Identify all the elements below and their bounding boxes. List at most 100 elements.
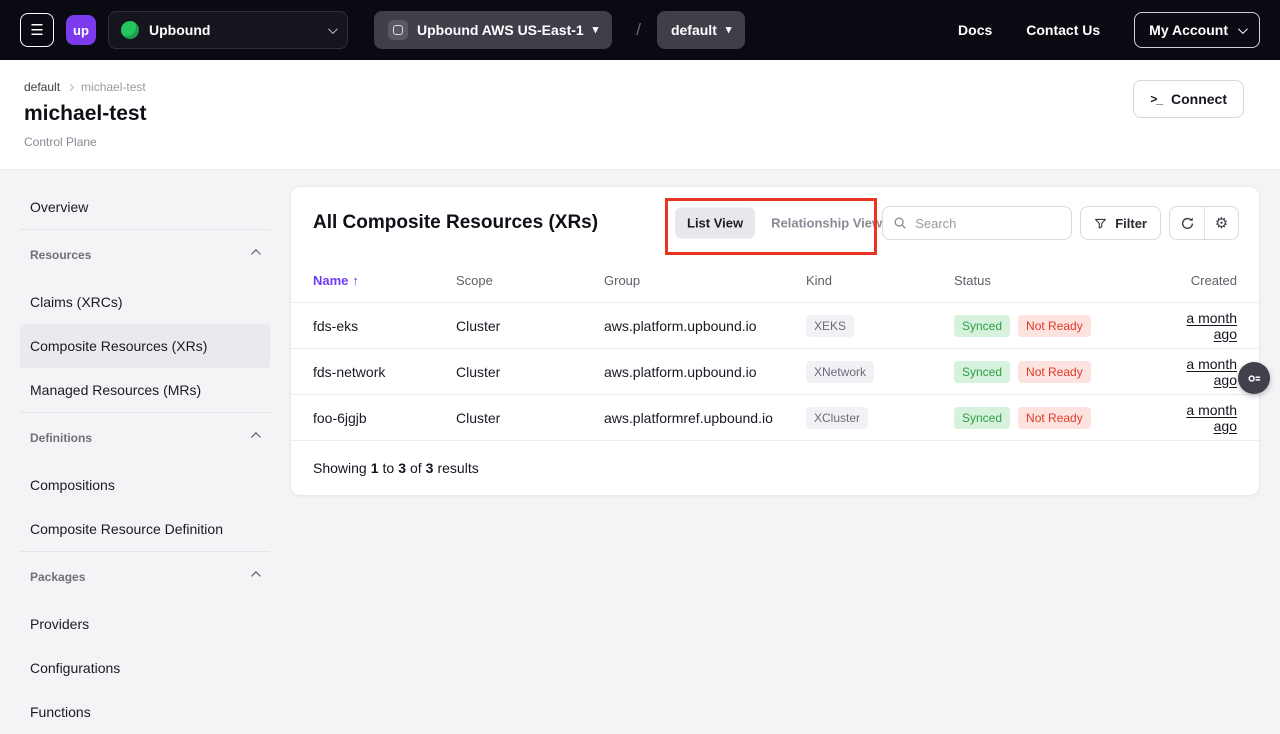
filter-label: Filter [1115,216,1147,231]
sidebar-item-label: Overview [30,199,88,215]
settings-button[interactable]: ⚙ [1204,207,1238,239]
upbound-logo[interactable]: up [66,15,96,45]
sidebar-item-compositions[interactable]: Compositions [20,463,270,507]
gear-icon: ⚙ [1215,216,1228,231]
not-ready-badge: Not Ready [1018,361,1091,383]
column-label: Group [604,273,640,288]
list-view-tab[interactable]: List View [675,208,755,239]
column-header-kind[interactable]: Kind [806,273,954,288]
organization-dropdown[interactable]: Upbound [108,11,348,49]
cell-scope: Cluster [456,364,604,380]
chevron-down-icon [1238,24,1248,34]
search-input[interactable] [915,216,1061,231]
table-row[interactable]: foo-6jgjb Cluster aws.platformref.upboun… [291,395,1259,441]
sidebar-item-composite-resource-definition[interactable]: Composite Resource Definition [20,507,270,551]
section-title: Resources [30,248,91,262]
hamburger-icon: ☰ [30,21,43,39]
breadcrumb-current: michael-test [81,80,146,94]
table-controls: Filter ⚙ [882,206,1239,240]
cell-scope: Cluster [456,318,604,334]
page-subtitle: Control Plane [24,135,1256,149]
chevron-down-icon: ▾ [726,25,732,36]
not-ready-badge: Not Ready [1018,407,1091,429]
sidebar-item-claims[interactable]: Claims (XRCs) [20,280,270,324]
resource-name[interactable]: foo-6jgjb [313,410,367,426]
summary-text: Showing [313,460,367,476]
resource-name[interactable]: fds-network [313,364,385,380]
column-header-group[interactable]: Group [604,273,806,288]
panel-title: All Composite Resources (XRs) [313,212,598,234]
synced-badge: Synced [954,407,1010,429]
sidebar-item-overview[interactable]: Overview [20,185,270,229]
cell-name: foo-6jgjb [313,410,456,426]
chevron-up-icon [251,432,261,442]
cell-status: Synced Not Ready [954,407,1160,429]
my-account-button[interactable]: My Account [1134,12,1260,48]
docs-link[interactable]: Docs [958,22,992,38]
cell-group: aws.platformref.upbound.io [604,410,806,426]
connect-button[interactable]: >_ Connect [1133,80,1244,118]
created-time-link[interactable]: a month ago [1160,310,1237,342]
resource-group: aws.platformref.upbound.io [604,410,773,426]
sidebar-item-providers[interactable]: Providers [20,602,270,646]
sort-ascending-icon: ↑ [352,273,359,288]
view-toggle: List View Relationship View [675,208,894,239]
column-header-created[interactable]: Created [1160,273,1237,288]
column-header-status[interactable]: Status [954,273,1160,288]
chevron-right-icon [67,83,74,90]
cell-scope: Cluster [456,410,604,426]
relationship-view-tab[interactable]: Relationship View [759,208,894,239]
column-header-name[interactable]: Name ↑ [313,273,456,288]
sidebar-item-functions[interactable]: Functions [20,690,270,734]
summary-text: to [383,460,395,476]
control-plane-icon [388,20,408,40]
resource-name[interactable]: fds-eks [313,318,358,334]
control-plane-name: Upbound AWS US-East-1 [417,22,584,38]
cell-name: fds-eks [313,318,456,334]
sidebar-item-managed-resources[interactable]: Managed Resources (MRs) [20,368,270,412]
cell-name: fds-network [313,364,456,380]
cell-created: a month ago [1160,310,1237,342]
summary-total: 3 [426,460,434,476]
refresh-button[interactable] [1170,207,1204,239]
sidebar-item-composite-resources[interactable]: Composite Resources (XRs) [20,324,270,368]
summary-text: results [437,460,478,476]
hamburger-menu-button[interactable]: ☰ [20,13,54,47]
column-label: Status [954,273,991,288]
table-row[interactable]: fds-network Cluster aws.platform.upbound… [291,349,1259,395]
resource-center-icon [1247,371,1262,386]
sidebar-section-definitions[interactable]: Definitions [20,413,270,463]
group-dropdown[interactable]: default ▾ [657,11,745,49]
column-label: Created [1191,273,1237,288]
column-header-scope[interactable]: Scope [456,273,604,288]
sidebar-section-packages[interactable]: Packages [20,552,270,602]
section-title: Packages [30,570,85,584]
table-row[interactable]: fds-eks Cluster aws.platform.upbound.io … [291,303,1259,349]
chevron-down-icon [328,24,338,34]
help-widget-button[interactable] [1238,362,1270,394]
sidebar-section-resources[interactable]: Resources [20,230,270,280]
sidebar-item-label: Providers [30,616,89,632]
group-name: default [671,22,717,38]
kind-badge: XEKS [806,315,854,337]
cell-created: a month ago [1160,356,1237,388]
search-box[interactable] [882,206,1072,240]
summary-from: 1 [371,460,379,476]
sidebar-item-configurations[interactable]: Configurations [20,646,270,690]
cell-kind: XCluster [806,407,954,429]
filter-button[interactable]: Filter [1080,206,1161,240]
created-time-link[interactable]: a month ago [1160,356,1237,388]
column-label: Name [313,273,348,288]
contact-us-link[interactable]: Contact Us [1026,22,1100,38]
cell-status: Synced Not Ready [954,361,1160,383]
topbar: ☰ up Upbound Upbound AWS US-East-1 ▾ / d… [0,0,1280,60]
sidebar-item-label: Claims (XRCs) [30,294,123,310]
control-plane-dropdown[interactable]: Upbound AWS US-East-1 ▾ [374,11,612,49]
kind-badge: XNetwork [806,361,874,383]
breadcrumb-default[interactable]: default [24,80,60,94]
table-action-buttons: ⚙ [1169,206,1239,240]
section-title: Definitions [30,431,92,445]
sidebar: Overview Resources Claims (XRCs) Composi… [20,185,270,734]
created-time-link[interactable]: a month ago [1160,402,1237,434]
breadcrumb: default michael-test [24,80,1256,94]
